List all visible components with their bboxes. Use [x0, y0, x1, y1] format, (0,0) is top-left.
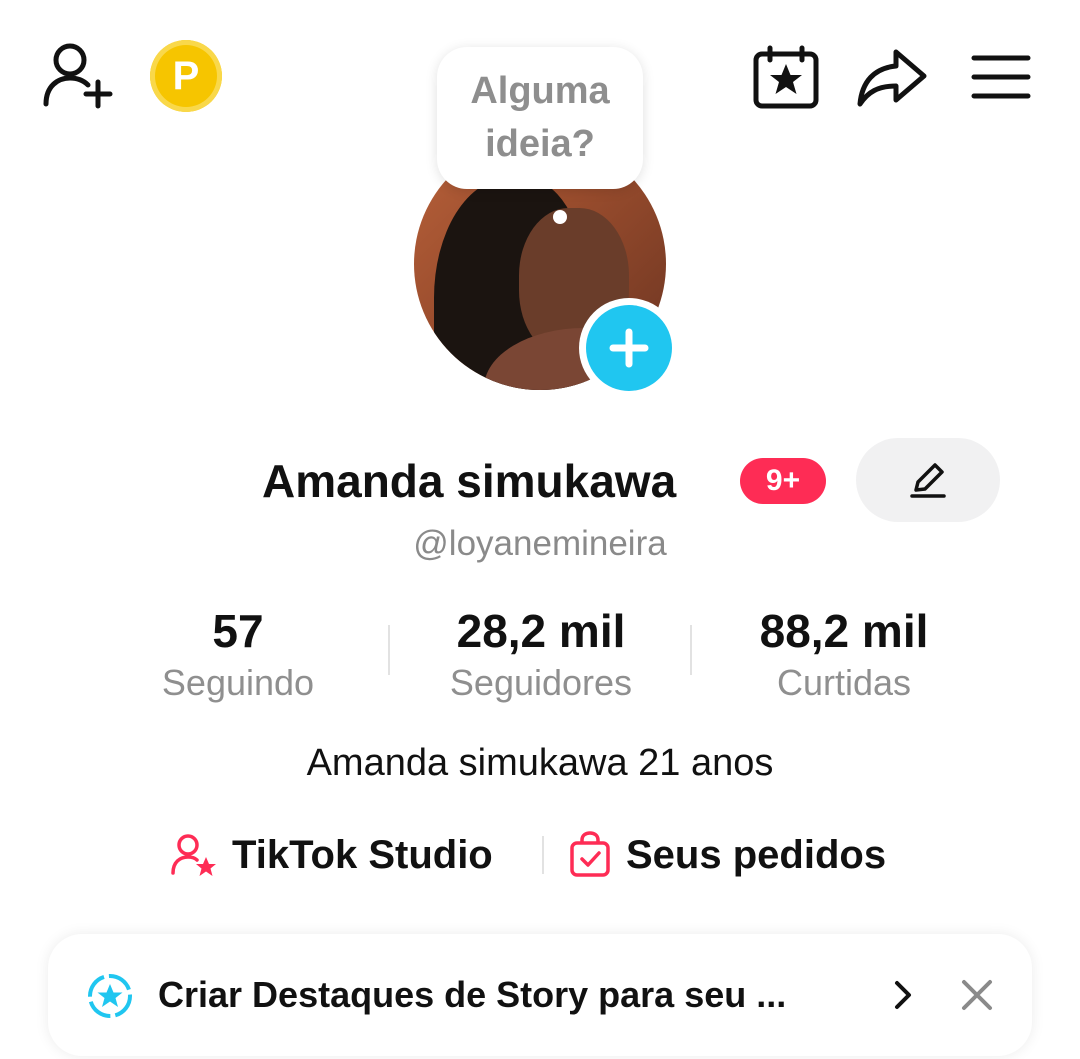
links-divider — [542, 836, 544, 874]
story-highlight-icon — [88, 974, 132, 1018]
stat-following-label: Seguindo — [161, 662, 315, 703]
banner-text: Criar Destaques de Story para seu ... — [158, 974, 787, 1015]
menu-icon — [971, 55, 1031, 99]
stat-followers[interactable]: 28,2 mil Seguidores — [418, 602, 664, 706]
stat-likes-label: Curtidas — [776, 662, 912, 703]
orders-label: Seus pedidos — [626, 832, 887, 877]
orders-link[interactable]: Seus pedidos — [568, 826, 886, 884]
stat-divider — [690, 625, 692, 675]
notification-badge[interactable]: 9+ — [740, 458, 826, 504]
bio-text: Amanda simukawa 21 anos — [306, 742, 774, 784]
calendar-star-icon — [753, 45, 819, 109]
close-icon[interactable] — [960, 978, 994, 1012]
coin-icon[interactable]: P — [150, 40, 222, 112]
creator-star-icon — [171, 834, 216, 876]
username: @loyanemineira — [413, 524, 667, 563]
stat-following-value: 57 — [212, 605, 264, 657]
share-button[interactable] — [856, 46, 930, 110]
add-story-button[interactable] — [586, 305, 672, 391]
add-friend-icon — [43, 43, 113, 109]
note-bubble-line2: ideia? — [485, 123, 595, 165]
stat-followers-value: 28,2 mil — [456, 605, 626, 657]
stat-following[interactable]: 57 Seguindo — [130, 602, 346, 706]
calendar-star-button[interactable] — [752, 44, 820, 110]
display-name: Amanda simukawa — [262, 455, 677, 507]
edit-profile-button[interactable] — [856, 438, 1000, 522]
add-friend-button[interactable] — [40, 40, 116, 110]
shopping-bag-icon — [570, 831, 610, 877]
profile-links: TikTok Studio Seus pedidos — [0, 826, 1080, 884]
story-highlights-banner[interactable]: Criar Destaques de Story para seu ... — [48, 934, 1032, 1056]
tiktok-studio-label: TikTok Studio — [232, 832, 493, 877]
note-bubble-line1: Alguma — [470, 70, 610, 112]
chevron-right-icon[interactable] — [890, 979, 916, 1011]
plus-icon — [609, 328, 649, 368]
stat-divider — [388, 625, 390, 675]
pencil-icon — [910, 463, 946, 498]
bubble-tail-dot — [553, 210, 567, 224]
stat-followers-label: Seguidores — [449, 662, 633, 703]
menu-button[interactable] — [970, 52, 1032, 102]
share-icon — [857, 49, 927, 107]
tiktok-studio-link[interactable]: TikTok Studio — [170, 826, 493, 884]
stat-likes-value: 88,2 mil — [759, 605, 929, 657]
note-bubble[interactable]: Alguma ideia? — [437, 47, 643, 189]
stat-likes[interactable]: 88,2 mil Curtidas — [722, 602, 966, 706]
